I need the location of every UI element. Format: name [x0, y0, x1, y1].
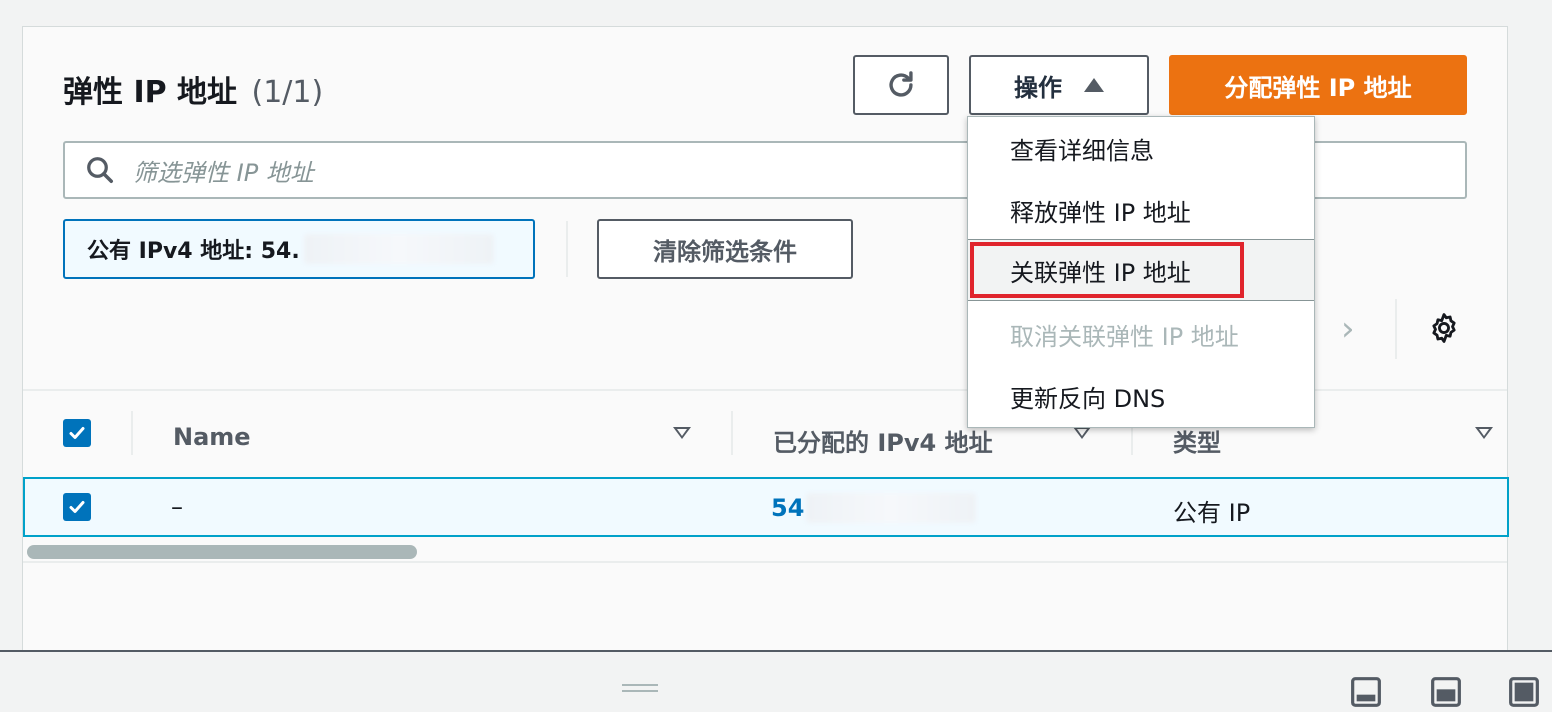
highlight-box — [970, 242, 1244, 298]
layout-half-panel-icon[interactable] — [1430, 676, 1462, 708]
refresh-icon — [889, 71, 913, 97]
layout-full-panel-icon[interactable] — [1508, 676, 1540, 708]
resize-handle[interactable] — [622, 684, 658, 692]
sort-icon[interactable] — [1073, 427, 1091, 439]
cell-ipv4-text: 54 — [771, 494, 805, 522]
select-all-checkbox[interactable] — [63, 419, 91, 447]
caret-up-icon — [1084, 78, 1104, 92]
chevron-right-icon[interactable]: › — [1341, 309, 1355, 349]
menu-item-label: 更新反向 DNS — [1010, 384, 1166, 413]
menu-item-label: 查看详细信息 — [1010, 136, 1154, 165]
clear-filters-button[interactable]: 清除筛选条件 — [597, 219, 853, 279]
menu-item-update-reverse-dns[interactable]: 更新反向 DNS — [968, 365, 1314, 427]
redacted-ip — [303, 234, 494, 264]
divider — [1395, 299, 1397, 359]
cell-type: 公有 IP — [1173, 499, 1251, 527]
title-count: (1/1) — [251, 75, 324, 110]
table-row[interactable]: – 54 公有 IP — [23, 477, 1509, 537]
refresh-button[interactable] — [853, 55, 949, 115]
column-header-ipv4[interactable]: 已分配的 IPv4 地址 — [773, 423, 993, 458]
filter-token[interactable]: 公有 IPv4 地址: 54. — [63, 219, 535, 279]
sort-icon[interactable] — [673, 427, 691, 439]
cell-name: – — [171, 493, 183, 521]
sort-icon[interactable] — [1475, 427, 1493, 439]
column-header-name[interactable]: Name — [173, 423, 251, 451]
menu-item-view-details[interactable]: 查看详细信息 — [968, 117, 1314, 179]
filter-token-label: 公有 IPv4 地址: 54. — [87, 239, 300, 264]
gear-icon[interactable] — [1427, 311, 1461, 345]
cell-ipv4-link[interactable]: 54 — [771, 493, 977, 523]
layout-bottom-panel-icon[interactable] — [1350, 676, 1382, 708]
menu-item-label: 释放弹性 IP 地址 — [1010, 198, 1191, 227]
actions-label: 操作 — [1014, 73, 1062, 102]
page-title: 弹性 IP 地址 (1/1) — [63, 67, 323, 111]
actions-button[interactable]: 操作 — [969, 55, 1149, 115]
row-checkbox[interactable] — [63, 493, 91, 521]
search-icon — [87, 157, 113, 183]
horizontal-scrollbar[interactable] — [23, 541, 1507, 563]
menu-item-associate-eip[interactable]: 关联弹性 IP 地址 — [968, 239, 1314, 301]
title-text: 弹性 IP 地址 — [63, 75, 238, 110]
allocate-eip-button[interactable]: 分配弹性 IP 地址 — [1169, 55, 1467, 115]
menu-item-release-eip[interactable]: 释放弹性 IP 地址 — [968, 179, 1314, 241]
column-separator — [731, 411, 733, 455]
menu-item-label: 取消关联弹性 IP 地址 — [1010, 322, 1239, 351]
menu-item-disassociate-eip: 取消关联弹性 IP 地址 — [968, 303, 1314, 365]
divider — [566, 221, 568, 277]
redacted-ip — [806, 493, 977, 523]
actions-dropdown-menu: 查看详细信息 释放弹性 IP 地址 关联弹性 IP 地址 取消关联弹性 IP 地… — [967, 116, 1315, 428]
column-separator — [131, 411, 133, 455]
column-header-type[interactable]: 类型 — [1173, 423, 1221, 458]
checkmark-icon — [69, 427, 85, 439]
bottom-split-bar — [0, 650, 1552, 712]
checkmark-icon — [69, 501, 85, 513]
scrollbar-thumb[interactable] — [27, 545, 417, 559]
search-placeholder: 筛选弹性 IP 地址 — [133, 158, 314, 187]
